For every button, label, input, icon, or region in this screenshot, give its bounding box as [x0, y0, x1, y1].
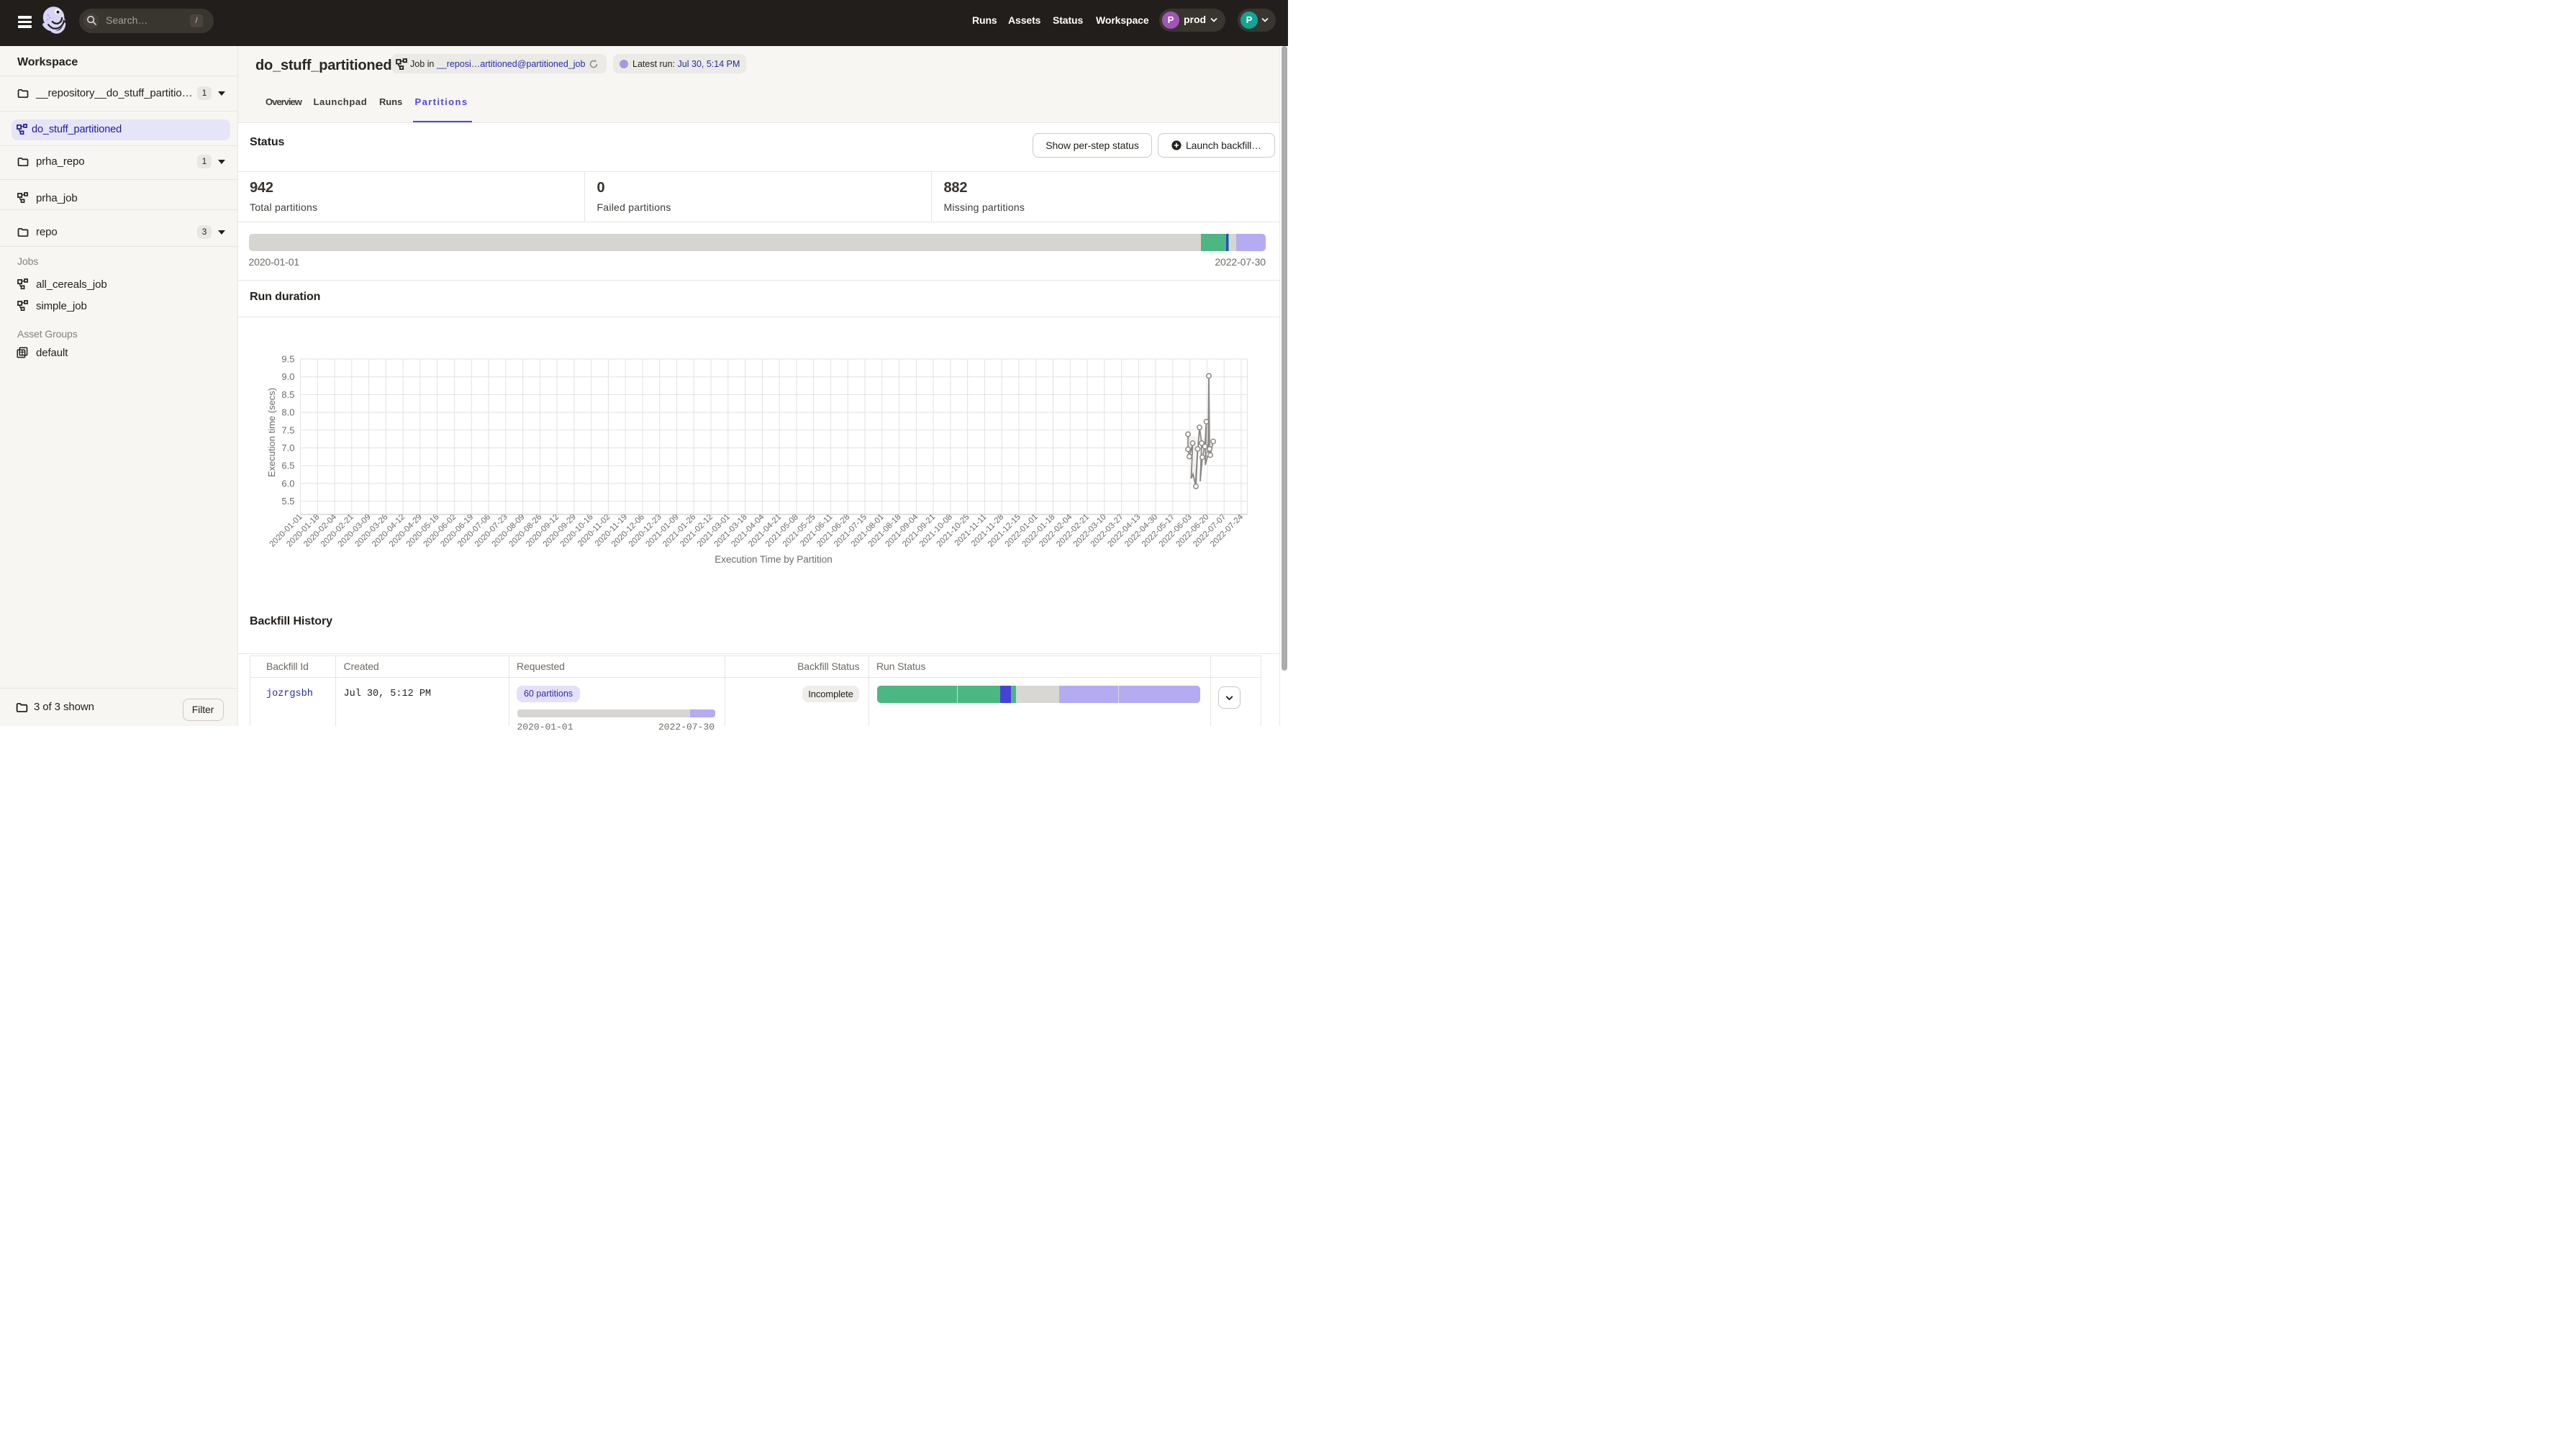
svg-text:7.5: 7.5: [281, 425, 294, 435]
svg-text:5.5: 5.5: [281, 496, 294, 507]
svg-text:9.0: 9.0: [281, 371, 294, 382]
svg-text:Execution time (secs): Execution time (secs): [266, 388, 277, 477]
svg-text:8.0: 8.0: [281, 407, 294, 418]
svg-text:8.5: 8.5: [281, 389, 294, 400]
svg-text:6.5: 6.5: [281, 460, 294, 471]
svg-text:9.5: 9.5: [281, 354, 294, 365]
svg-text:Execution Time by Partition: Execution Time by Partition: [715, 554, 833, 565]
svg-text:6.0: 6.0: [281, 478, 294, 489]
svg-text:7.0: 7.0: [281, 443, 294, 453]
